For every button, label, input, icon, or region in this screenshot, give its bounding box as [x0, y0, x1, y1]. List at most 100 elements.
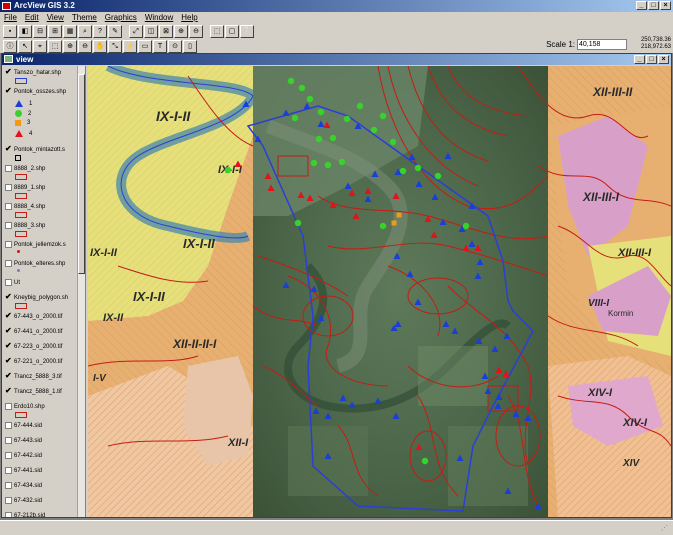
- zoom-selected-icon[interactable]: ⊠: [159, 24, 173, 38]
- view-maximize-button[interactable]: □: [646, 55, 657, 64]
- menu-edit[interactable]: Edit: [25, 12, 39, 23]
- query-builder-icon[interactable]: ⌕: [78, 24, 92, 38]
- scale-input[interactable]: [577, 39, 627, 50]
- text-icon[interactable]: T: [153, 39, 167, 53]
- select-icon[interactable]: ⬚: [48, 39, 62, 53]
- layer-visibility-checkbox[interactable]: ✔: [5, 87, 12, 95]
- layer-visibility-checkbox[interactable]: [5, 497, 12, 504]
- zoom-in-fixed-icon[interactable]: ⊕: [174, 24, 188, 38]
- layer-visibility-checkbox[interactable]: ✔: [5, 357, 12, 365]
- map-label: XII-II-II-I: [172, 337, 217, 351]
- maximize-button[interactable]: □: [648, 1, 659, 10]
- measure-icon[interactable]: ⤡: [108, 39, 122, 53]
- layer-visibility-checkbox[interactable]: [5, 260, 12, 267]
- layer-visibility-checkbox[interactable]: ✔: [5, 145, 12, 153]
- scale-control: Scale 1:: [546, 39, 627, 50]
- label-icon[interactable]: ⊙: [168, 39, 182, 53]
- map-canvas[interactable]: IX-I-II IX-I-II IX-I-II IX-I-II XII-III-…: [88, 66, 671, 517]
- toc-scroll-thumb[interactable]: [78, 74, 85, 274]
- sample-point-green: [310, 159, 318, 167]
- sample-point-green: [389, 138, 397, 146]
- menu-window[interactable]: Window: [145, 12, 173, 23]
- map-label: XIV-I: [622, 417, 648, 429]
- legend-label: 3: [27, 120, 31, 126]
- locate-icon[interactable]: ?: [93, 24, 107, 38]
- layer-name: 67-444.sid: [14, 423, 43, 429]
- menu-help[interactable]: Help: [181, 12, 197, 23]
- layer-visibility-checkbox[interactable]: [5, 482, 12, 489]
- add-theme-icon[interactable]: ◧: [18, 24, 32, 38]
- close-button[interactable]: ×: [660, 1, 671, 10]
- hotlink-icon[interactable]: ⚡: [123, 39, 137, 53]
- pan-icon[interactable]: ✋: [93, 39, 107, 53]
- zoom-out-icon[interactable]: ⊖: [78, 39, 92, 53]
- open-table-icon[interactable]: ▦: [63, 24, 77, 38]
- layer-visibility-checkbox[interactable]: [5, 203, 12, 210]
- view-close-button[interactable]: ×: [658, 55, 669, 64]
- layer-visibility-checkbox[interactable]: [5, 222, 12, 229]
- layer-visibility-checkbox[interactable]: ✔: [5, 312, 12, 320]
- menu-graphics[interactable]: Graphics: [105, 12, 137, 23]
- layer-visibility-checkbox[interactable]: ✔: [5, 293, 12, 301]
- sample-point-green: [343, 115, 351, 123]
- layer-name: 8888_2.shp: [14, 166, 46, 172]
- pointer-icon[interactable]: ↖: [18, 39, 32, 53]
- edit-legend-icon[interactable]: ⊞: [48, 24, 62, 38]
- layer-visibility-checkbox[interactable]: [5, 422, 12, 429]
- coordinate-readout: 250,738.36 218,972.63: [641, 37, 671, 51]
- vertex-icon[interactable]: ⌖: [33, 39, 47, 53]
- view-title-bar[interactable]: view _ □ ×: [2, 54, 671, 65]
- zoom-active-icon[interactable]: ◫: [144, 24, 158, 38]
- area-icon[interactable]: ▭: [138, 39, 152, 53]
- layer-symbol-icon: [15, 78, 27, 84]
- layer-visibility-checkbox[interactable]: [5, 403, 12, 410]
- layer-visibility-checkbox[interactable]: [5, 279, 12, 286]
- layer-visibility-checkbox[interactable]: [5, 184, 12, 191]
- layer-visibility-checkbox[interactable]: [5, 437, 12, 444]
- sample-point-green: [317, 108, 325, 116]
- sample-point-green: [329, 134, 337, 142]
- layer-visibility-checkbox[interactable]: [5, 467, 12, 474]
- layer-visibility-checkbox[interactable]: ✔: [5, 387, 12, 395]
- theme-props-icon[interactable]: ⊟: [33, 24, 47, 38]
- sample-point-green: [462, 222, 470, 230]
- map-label: I-V: [93, 373, 107, 384]
- select-feature-icon[interactable]: ⬚: [210, 24, 224, 38]
- clear-select-icon[interactable]: ▢: [225, 24, 239, 38]
- toc-scrollbar[interactable]: [77, 66, 85, 517]
- map-display[interactable]: IX-I-II IX-I-II IX-I-II IX-I-II XII-III-…: [88, 66, 671, 517]
- layer-visibility-checkbox[interactable]: [5, 452, 12, 459]
- menu-view[interactable]: View: [47, 12, 64, 23]
- save-icon[interactable]: ▪: [3, 24, 17, 38]
- identify-icon[interactable]: ✎: [108, 24, 122, 38]
- sample-point-green: [315, 135, 323, 143]
- layer-visibility-checkbox[interactable]: [5, 165, 12, 172]
- menu-theme[interactable]: Theme: [72, 12, 97, 23]
- layer-visibility-checkbox[interactable]: ✔: [5, 327, 12, 335]
- aerial-field-2: [288, 426, 368, 496]
- layer-name: 67-221_o_2000.tif: [14, 359, 63, 365]
- layer-visibility-checkbox[interactable]: ✔: [5, 372, 12, 380]
- draw-icon[interactable]: ▯: [183, 39, 197, 53]
- zoom-out-fixed-icon[interactable]: ⊖: [189, 24, 203, 38]
- minimize-button[interactable]: _: [636, 1, 647, 10]
- app-title-bar[interactable]: ArcView GIS 3.2 _ □ ×: [0, 0, 673, 12]
- layer-symbol-icon: [15, 412, 27, 418]
- layer-symbol-icon: [15, 155, 21, 161]
- zoom-in-icon[interactable]: ⊕: [63, 39, 77, 53]
- help-icon[interactable]: ❔: [240, 24, 254, 38]
- aerial-field-1: [418, 346, 488, 406]
- layer-visibility-checkbox[interactable]: ✔: [5, 68, 12, 76]
- sample-point-green: [338, 158, 346, 166]
- zoom-full-icon[interactable]: ⤢: [129, 24, 143, 38]
- layer-visibility-checkbox[interactable]: ✔: [5, 342, 12, 350]
- view-icon: [4, 55, 13, 63]
- legend-symbol-icon: [15, 120, 21, 126]
- menu-file[interactable]: File: [4, 12, 17, 23]
- sample-point-green: [306, 95, 314, 103]
- layer-visibility-checkbox[interactable]: [5, 241, 12, 248]
- view-minimize-button[interactable]: _: [634, 55, 645, 64]
- info-icon[interactable]: ⓘ: [3, 39, 17, 53]
- resize-grip-icon[interactable]: ⋰: [661, 524, 671, 534]
- layer-visibility-checkbox[interactable]: [5, 512, 12, 517]
